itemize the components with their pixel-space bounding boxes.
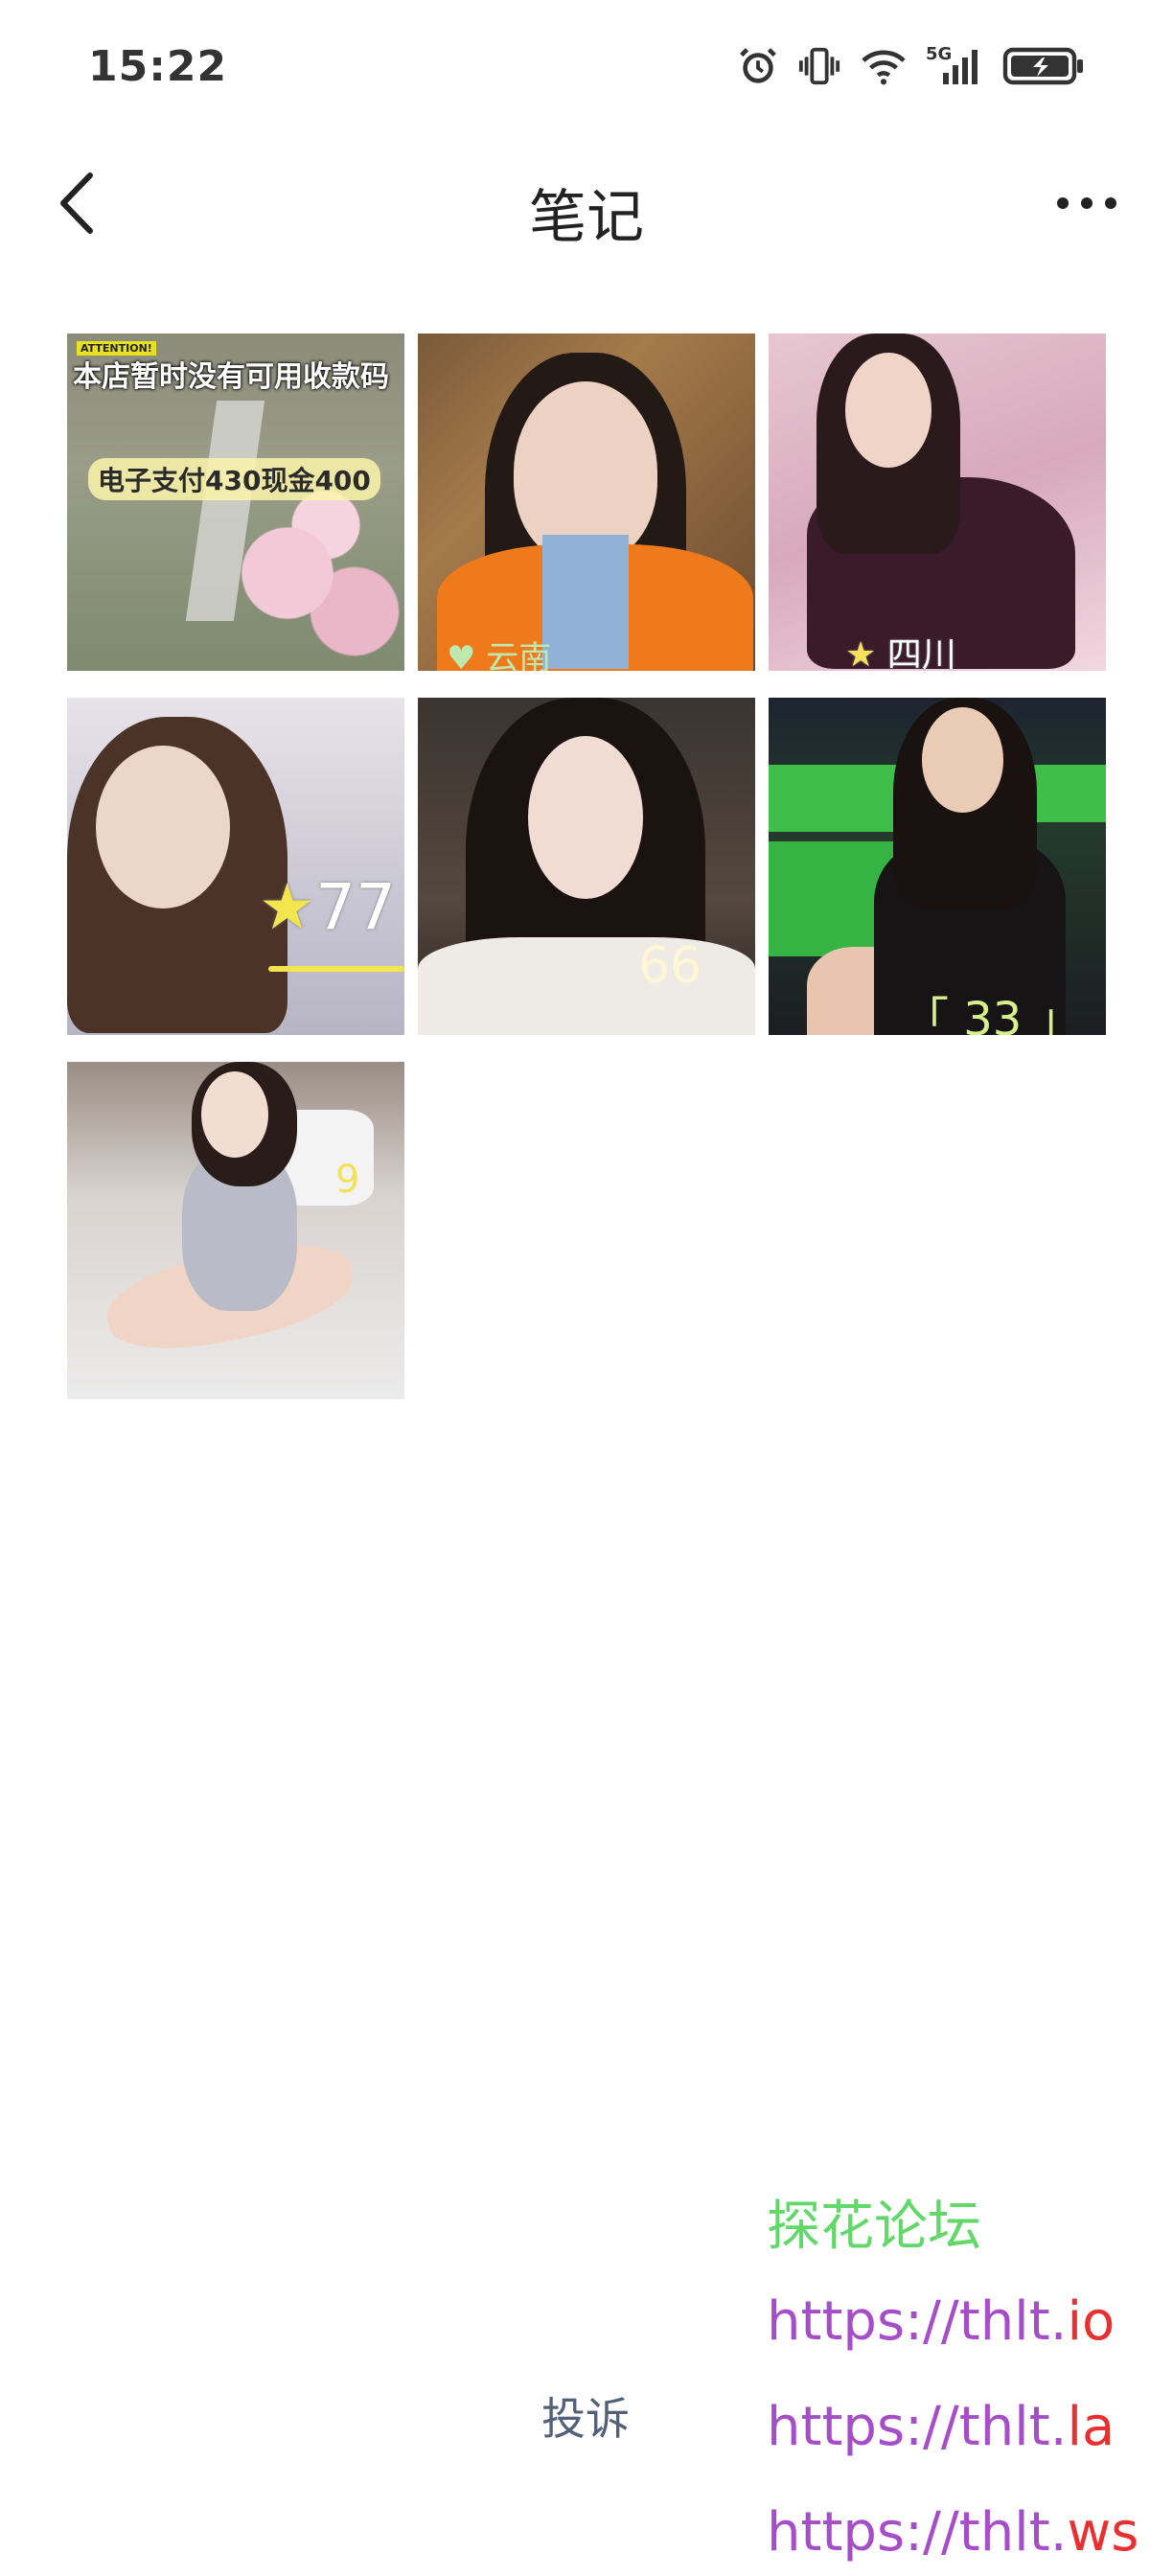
photo-overlay-caption: ★77	[259, 870, 396, 944]
wifi-icon	[859, 44, 908, 88]
status-icons: 5G	[736, 44, 1085, 88]
photo-bg-flowers	[211, 477, 402, 669]
signal-5g-icon: 5G	[926, 44, 985, 88]
promo-url-tld: io	[1067, 2290, 1116, 2353]
promo-url-tld: la	[1067, 2396, 1116, 2458]
photo-bg-pool-table	[1027, 765, 1106, 822]
photo-tile[interactable]: ★ 四川	[769, 334, 1106, 671]
nav-bar: 笔记	[0, 144, 1173, 268]
photo-figure-shirt	[418, 937, 755, 1035]
photo-tile[interactable]: 66	[418, 698, 755, 1035]
photo-figure-face	[201, 1071, 268, 1158]
alarm-icon	[736, 44, 780, 88]
promo-url-tld: ws	[1067, 2501, 1139, 2564]
vibrate-icon	[797, 44, 841, 88]
photo-overlay-text: 电子支付430现金400	[88, 458, 380, 500]
photo-overlay-text: 9	[335, 1158, 360, 1202]
more-horizontal-icon	[1053, 194, 1120, 217]
photo-underline	[268, 966, 404, 972]
photo-tile[interactable]: 「 33 」	[769, 698, 1106, 1035]
photo-overlay-text: 四川	[886, 635, 956, 671]
star-icon: ★	[259, 870, 316, 944]
page-title: 笔记	[529, 184, 644, 251]
report-link[interactable]: 投诉	[541, 2384, 630, 2448]
photo-figure-face	[845, 353, 932, 468]
promo-url: https://thlt.io	[767, 2290, 1115, 2353]
promo-url-base: https://thlt.	[767, 2501, 1068, 2564]
photo-tile[interactable]: ♥ 云南	[418, 334, 755, 671]
star-icon: ★	[845, 635, 877, 671]
photo-overlay-text: 77	[315, 870, 397, 944]
photo-figure-collar	[542, 535, 629, 669]
photo-tile[interactable]: 9	[67, 1062, 404, 1399]
photo-overlay-caption: ★ 四川	[845, 627, 956, 671]
network-label: 5G	[926, 44, 953, 64]
photo-figure-face	[922, 707, 1003, 813]
photo-tile[interactable]: ATTENTION! 本店暂时没有可用收款码 电子支付430现金400	[67, 334, 404, 671]
promo-url: https://thlt.la	[767, 2396, 1115, 2458]
battery-charging-icon	[1002, 44, 1085, 88]
promo-url: https://thlt.ws	[767, 2501, 1138, 2564]
photo-overlay-text: 「 33 」	[903, 993, 1083, 1035]
photo-overlay-text: ♥ 云南	[447, 639, 552, 671]
photo-figure-face	[528, 736, 643, 899]
promo-url-base: https://thlt.	[767, 2290, 1068, 2353]
more-button[interactable]	[1039, 167, 1135, 243]
photo-figure-face	[96, 746, 230, 908]
photo-headline: 本店暂时没有可用收款码	[73, 360, 389, 394]
status-bar: 15:22 5G	[0, 0, 1173, 134]
status-time: 15:22	[88, 42, 228, 91]
promo-url-base: https://thlt.	[767, 2396, 1068, 2458]
photo-overlay-text: 66	[638, 937, 702, 995]
photo-tile[interactable]: ★77	[67, 698, 404, 1035]
photo-grid: ATTENTION! 本店暂时没有可用收款码 电子支付430现金400 ♥ 云南…	[67, 334, 1106, 1399]
promo-title: 探花论坛	[767, 2196, 981, 2258]
